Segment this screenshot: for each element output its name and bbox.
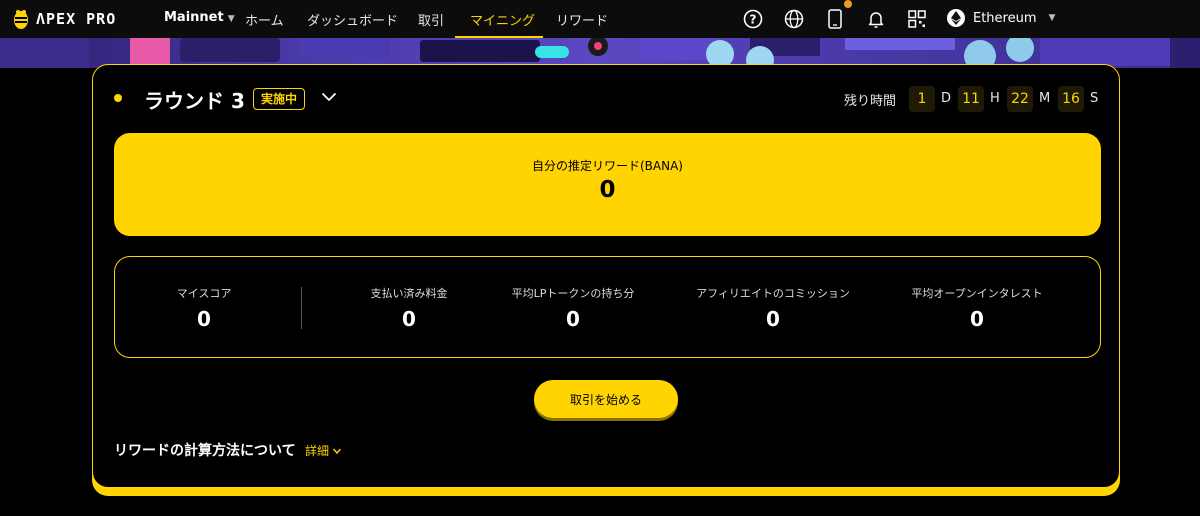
nav-link-dashboard[interactable]: ダッシュボード: [307, 10, 398, 29]
stat-avg-lp-share: 平均LPトークンの持ち分 0: [493, 257, 653, 357]
estimated-reward-panel: 自分の推定リワード(BANA) 0: [114, 133, 1101, 236]
stat-value: 0: [402, 307, 416, 331]
details-link-label: 詳細: [305, 444, 330, 458]
network-selector[interactable]: Mainnet ▼: [164, 10, 235, 25]
stat-avg-open-interest: 平均オープンインタレスト 0: [887, 257, 1067, 357]
stat-value: 0: [566, 307, 580, 331]
stat-divider: [301, 287, 302, 329]
stat-label: 平均LPトークンの持ち分: [511, 287, 635, 300]
caret-down-icon: ▼: [1048, 13, 1056, 23]
logo[interactable]: ΛPEX PRO: [12, 8, 116, 30]
caret-down-icon: ▼: [227, 14, 235, 24]
chevron-down-icon[interactable]: [320, 88, 338, 106]
bell-icon[interactable]: [865, 8, 887, 30]
bee-logo-icon: [14, 10, 28, 29]
stats-panel: マイスコア 0 支払い済み料金 0 平均LPトークンの持ち分 0 アフィリエイト…: [114, 256, 1101, 358]
globe-icon[interactable]: [783, 8, 805, 30]
chain-selector[interactable]: Ethereum ▼: [947, 9, 1055, 27]
round-title: ラウンド 3: [144, 89, 245, 113]
top-nav: ΛPEX PRO Mainnet ▼ ホーム ダッシュボード 取引 マイニング リ…: [0, 0, 1200, 38]
help-icon[interactable]: ?: [742, 8, 764, 30]
chain-label: Ethereum: [973, 10, 1037, 26]
countdown-hours: 11: [958, 86, 984, 112]
countdown-seconds: 16: [1058, 86, 1084, 112]
countdown-minutes: 22: [1007, 86, 1033, 112]
chevron-down-icon: [332, 448, 342, 454]
start-trading-button[interactable]: 取引を始める: [534, 380, 678, 418]
nav-link-mining[interactable]: マイニング: [470, 10, 535, 29]
stat-label: 支払い済み料金: [370, 287, 448, 300]
countdown-seconds-unit: S: [1090, 91, 1099, 106]
countdown-days: 1: [909, 86, 935, 112]
countdown-hours-unit: H: [990, 91, 1000, 106]
logo-text: ΛPEX PRO: [36, 10, 117, 28]
stat-affiliate-commission: アフィリエイトのコミッション 0: [673, 257, 873, 357]
status-badge: 実施中: [253, 88, 306, 110]
stat-fees-paid: 支払い済み料金 0: [329, 257, 489, 357]
details-link[interactable]: 詳細: [305, 442, 342, 459]
stat-value: 0: [766, 307, 780, 331]
stat-my-score: マイスコア 0: [115, 257, 293, 357]
qr-code-icon[interactable]: [906, 8, 928, 30]
estimated-reward-label: 自分の推定リワード(BANA): [532, 159, 683, 173]
stat-value: 0: [970, 307, 984, 331]
nav-link-home[interactable]: ホーム: [245, 10, 284, 29]
round-status-dot: [114, 94, 122, 102]
countdown-days-unit: D: [941, 91, 952, 106]
mobile-app-icon[interactable]: [824, 8, 846, 30]
stat-label: アフィリエイトのコミッション: [696, 287, 850, 300]
ethereum-icon: [947, 9, 965, 27]
svg-text:?: ?: [750, 13, 757, 27]
notification-dot: [844, 0, 852, 8]
countdown-minutes-unit: M: [1039, 91, 1051, 106]
network-label: Mainnet: [164, 10, 224, 25]
remaining-time-label: 残り時間: [844, 94, 897, 109]
stat-label: マイスコア: [176, 287, 232, 300]
stat-label: 平均オープンインタレスト: [911, 287, 1043, 300]
stat-value: 0: [197, 307, 211, 331]
estimated-reward-value: 0: [599, 177, 616, 203]
reward-calculation-title: リワードの計算方法について: [114, 443, 296, 459]
nav-link-trade[interactable]: 取引: [418, 10, 444, 29]
nav-link-rewards[interactable]: リワード: [556, 10, 608, 29]
